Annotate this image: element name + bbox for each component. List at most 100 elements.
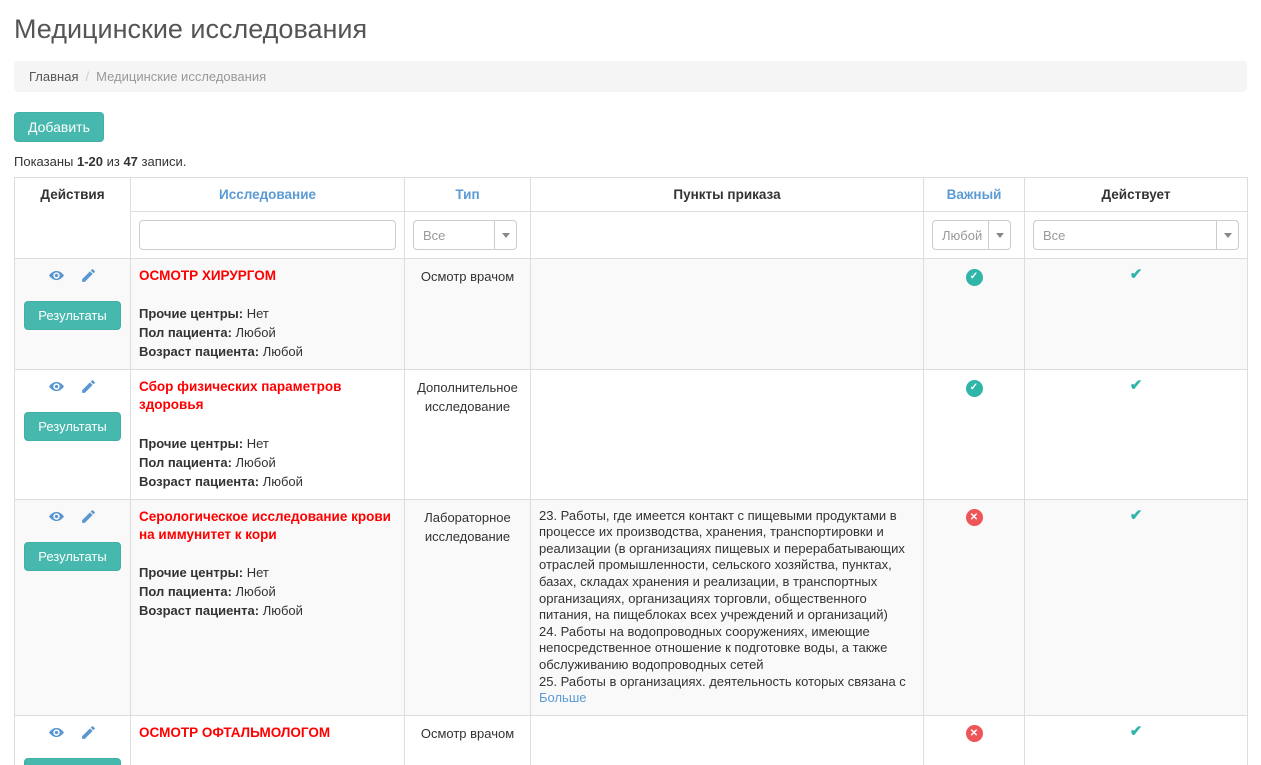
column-header-important: Важный <box>924 178 1025 212</box>
important-cell: ✕ <box>924 499 1025 715</box>
filter-cell-order-points <box>531 212 924 259</box>
summary-text: Показаны 1-20 из 47 записи. <box>14 154 1247 169</box>
important-cell: ✕ <box>924 715 1025 765</box>
results-button[interactable]: Результаты <box>24 542 120 571</box>
actions-cell: Результаты <box>15 370 131 499</box>
breadcrumb-home-link[interactable]: Главная <box>29 69 78 84</box>
research-name-link[interactable]: ОСМОТР ОФТАЛЬМОЛОГОМ <box>139 724 396 742</box>
breadcrumb-separator: / <box>85 69 89 84</box>
research-name-link[interactable]: Серологическое исследование крови на имм… <box>139 508 396 544</box>
page-container: Медицинские исследования Главная / Медиц… <box>0 14 1261 765</box>
important-check-circle-icon: ✓ <box>966 269 983 286</box>
research-cell: Серологическое исследование крови на имм… <box>131 499 405 715</box>
breadcrumb-current: Медицинские исследования <box>96 69 266 84</box>
table-filter-row: Все Любой Все <box>15 212 1248 259</box>
type-cell: Лабораторное исследование <box>405 499 531 715</box>
summary-total: 47 <box>123 154 137 169</box>
order-point-line: 25. Работы в организациях. деятельность … <box>539 674 915 691</box>
view-eye-icon[interactable] <box>48 508 65 525</box>
chevron-down-icon <box>494 221 516 249</box>
actions-cell: Результаты <box>15 259 131 370</box>
research-name-link[interactable]: Сбор физических параметров здоровья <box>139 378 396 414</box>
type-filter-select[interactable]: Все <box>413 220 517 250</box>
research-filter-input[interactable] <box>139 220 396 250</box>
research-cell: ОСМОТР ОФТАЛЬМОЛОГОМПрочие центры: НетПо… <box>131 715 405 765</box>
important-cross-circle-icon: ✕ <box>966 725 983 742</box>
active-filter-select[interactable]: Все <box>1033 220 1239 250</box>
active-cell: ✔ <box>1025 259 1248 370</box>
table-header-row: Действия Исследование Тип Пункты приказа… <box>15 178 1248 212</box>
active-check-icon: ✔ <box>1130 266 1143 283</box>
filter-cell-research <box>131 212 405 259</box>
sort-link-research[interactable]: Исследование <box>219 187 316 202</box>
research-detail: Пол пациента: Любой <box>139 582 396 601</box>
actions-cell: Результаты <box>15 499 131 715</box>
add-button[interactable]: Добавить <box>14 112 104 142</box>
filter-cell-active: Все <box>1025 212 1248 259</box>
research-detail: Прочие центры: Нет <box>139 304 396 323</box>
active-cell: ✔ <box>1025 370 1248 499</box>
research-cell: ОСМОТР ХИРУРГОМ Прочие центры: НетПол пац… <box>131 259 405 370</box>
order-points-cell <box>531 259 924 370</box>
research-detail: Прочие центры: Нет <box>139 563 396 582</box>
results-button[interactable]: Результаты <box>24 412 120 441</box>
research-detail: Возраст пациента: Любой <box>139 601 396 620</box>
research-cell: Сбор физических параметров здоровья Прочи… <box>131 370 405 499</box>
active-cell: ✔ <box>1025 499 1248 715</box>
type-filter-value: Все <box>414 221 494 249</box>
sort-link-important[interactable]: Важный <box>947 187 1002 202</box>
active-filter-value: Все <box>1034 221 1216 249</box>
important-check-circle-icon: ✓ <box>966 380 983 397</box>
filter-cell-type: Все <box>405 212 531 259</box>
table-row: Результаты Серологическое исследование кр… <box>15 499 1248 715</box>
results-button[interactable]: Результаты <box>24 301 120 330</box>
view-eye-icon[interactable] <box>48 378 65 395</box>
summary-range: 1-20 <box>77 154 103 169</box>
table-row: Результаты Сбор физических параметров здо… <box>15 370 1248 499</box>
order-point-line: 23. Работы, где имеется контакт с пищевы… <box>539 508 915 624</box>
research-detail: Пол пациента: Любой <box>139 453 396 472</box>
chevron-down-icon <box>988 221 1010 249</box>
type-cell: Осмотр врачом <box>405 259 531 370</box>
chevron-down-icon <box>1216 221 1238 249</box>
edit-pencil-icon[interactable] <box>80 724 97 741</box>
edit-pencil-icon[interactable] <box>80 267 97 284</box>
summary-prefix: Показаны <box>14 154 77 169</box>
page-title: Медицинские исследования <box>14 14 1247 45</box>
edit-pencil-icon[interactable] <box>80 508 97 525</box>
column-header-type: Тип <box>405 178 531 212</box>
table-row: Результаты ОСМОТР ХИРУРГОМ Прочие центры: … <box>15 259 1248 370</box>
research-detail: Возраст пациента: Любой <box>139 342 396 361</box>
active-check-icon: ✔ <box>1130 377 1143 394</box>
summary-middle: из <box>103 154 123 169</box>
important-cell: ✓ <box>924 370 1025 499</box>
active-check-icon: ✔ <box>1130 723 1143 740</box>
column-header-active: Действует <box>1025 178 1248 212</box>
filter-cell-important: Любой <box>924 212 1025 259</box>
more-link[interactable]: Больше <box>539 690 587 705</box>
type-cell: Осмотр врачом <box>405 715 531 765</box>
sort-link-type[interactable]: Тип <box>455 187 479 202</box>
column-header-research: Исследование <box>131 178 405 212</box>
column-header-actions: Действия <box>15 178 131 259</box>
important-cell: ✓ <box>924 259 1025 370</box>
view-eye-icon[interactable] <box>48 724 65 741</box>
breadcrumb: Главная / Медицинские исследования <box>14 61 1247 92</box>
table-row: Результаты ОСМОТР ОФТАЛЬМОЛОГОМ Прочие цен… <box>15 715 1248 765</box>
research-table: Действия Исследование Тип Пункты приказа… <box>14 177 1248 765</box>
edit-pencil-icon[interactable] <box>80 378 97 395</box>
important-filter-select[interactable]: Любой <box>932 220 1011 250</box>
results-button[interactable]: Результаты <box>24 758 120 765</box>
active-cell: ✔ <box>1025 715 1248 765</box>
order-points-cell: 23. Работы, где имеется контакт с пищевы… <box>531 499 924 715</box>
view-eye-icon[interactable] <box>48 267 65 284</box>
research-detail: Прочие центры: Нет <box>139 434 396 453</box>
actions-cell: Результаты <box>15 715 131 765</box>
research-detail: Прочие центры: Нет <box>139 761 396 765</box>
research-name-link[interactable]: ОСМОТР ХИРУРГОМ <box>139 267 396 285</box>
type-cell: Дополнительное исследование <box>405 370 531 499</box>
research-detail: Возраст пациента: Любой <box>139 472 396 491</box>
research-detail: Пол пациента: Любой <box>139 323 396 342</box>
column-header-order-points: Пункты приказа <box>531 178 924 212</box>
order-points-cell <box>531 715 924 765</box>
